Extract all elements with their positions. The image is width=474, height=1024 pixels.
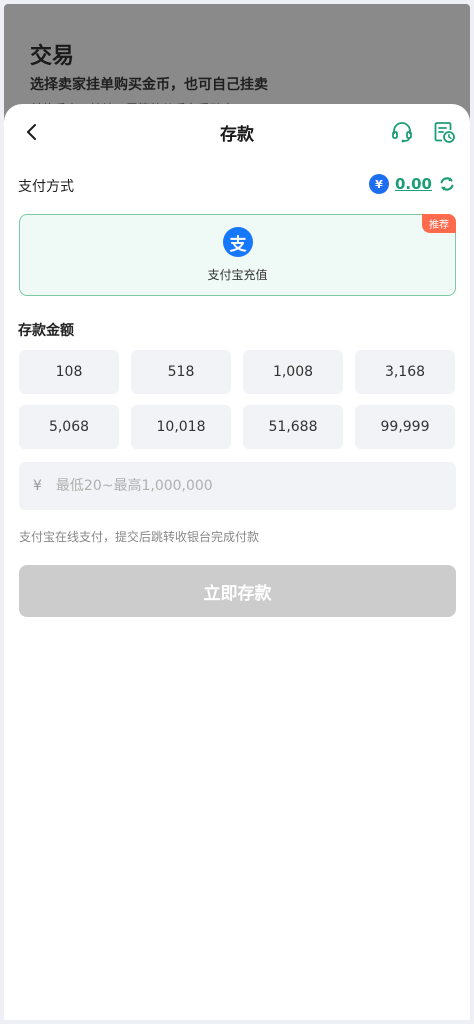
method-name: 支付宝充值 bbox=[207, 268, 268, 282]
amount-option[interactable]: 1,008 bbox=[243, 350, 343, 394]
payment-method-label: 支付方式 bbox=[18, 179, 74, 195]
currency-sign: ¥ bbox=[33, 478, 42, 494]
deposit-sheet: 存款 支付方式 ¥ 0.00 支 支付宝充值 推荐 存款金额 108 518 1… bbox=[4, 104, 470, 1020]
refresh-icon[interactable] bbox=[438, 175, 456, 193]
customer-service-button[interactable] bbox=[388, 118, 416, 146]
amount-option[interactable]: 99,999 bbox=[355, 405, 455, 449]
alipay-method-card[interactable]: 支 支付宝充值 推荐 bbox=[19, 214, 456, 296]
amount-options: 108 518 1,008 3,168 5,068 10,018 51,688 … bbox=[19, 350, 456, 449]
amount-option[interactable]: 518 bbox=[131, 350, 231, 394]
deposit-history-button[interactable] bbox=[430, 118, 458, 146]
payment-hint: 支付宝在线支付，提交后跳转收银台完成付款 bbox=[19, 530, 260, 544]
amount-title: 存款金额 bbox=[18, 323, 74, 339]
yen-coin-icon: ¥ bbox=[368, 174, 389, 194]
amount-option[interactable]: 5,068 bbox=[19, 405, 119, 449]
balance-value: 0.00 bbox=[394, 175, 432, 193]
background-subtitle: 选择卖家挂单购买金币，也可自己挂卖 bbox=[30, 77, 268, 93]
amount-option[interactable]: 108 bbox=[19, 350, 119, 394]
amount-input-box: ¥ bbox=[19, 462, 456, 510]
deposit-submit-button[interactable]: 立即存款 bbox=[19, 565, 456, 617]
document-clock-icon bbox=[434, 122, 455, 143]
amount-option[interactable]: 51,688 bbox=[243, 405, 343, 449]
balance-display: ¥ 0.00 bbox=[368, 174, 456, 194]
amount-option[interactable]: 3,168 bbox=[355, 350, 455, 394]
amount-option[interactable]: 10,018 bbox=[131, 405, 231, 449]
headset-icon bbox=[392, 122, 412, 143]
alipay-icon: 支 bbox=[223, 227, 253, 257]
recommended-badge: 推荐 bbox=[422, 214, 456, 233]
background-title: 交易 bbox=[30, 44, 75, 69]
header: 存款 bbox=[4, 104, 470, 160]
amount-input[interactable] bbox=[55, 478, 416, 494]
